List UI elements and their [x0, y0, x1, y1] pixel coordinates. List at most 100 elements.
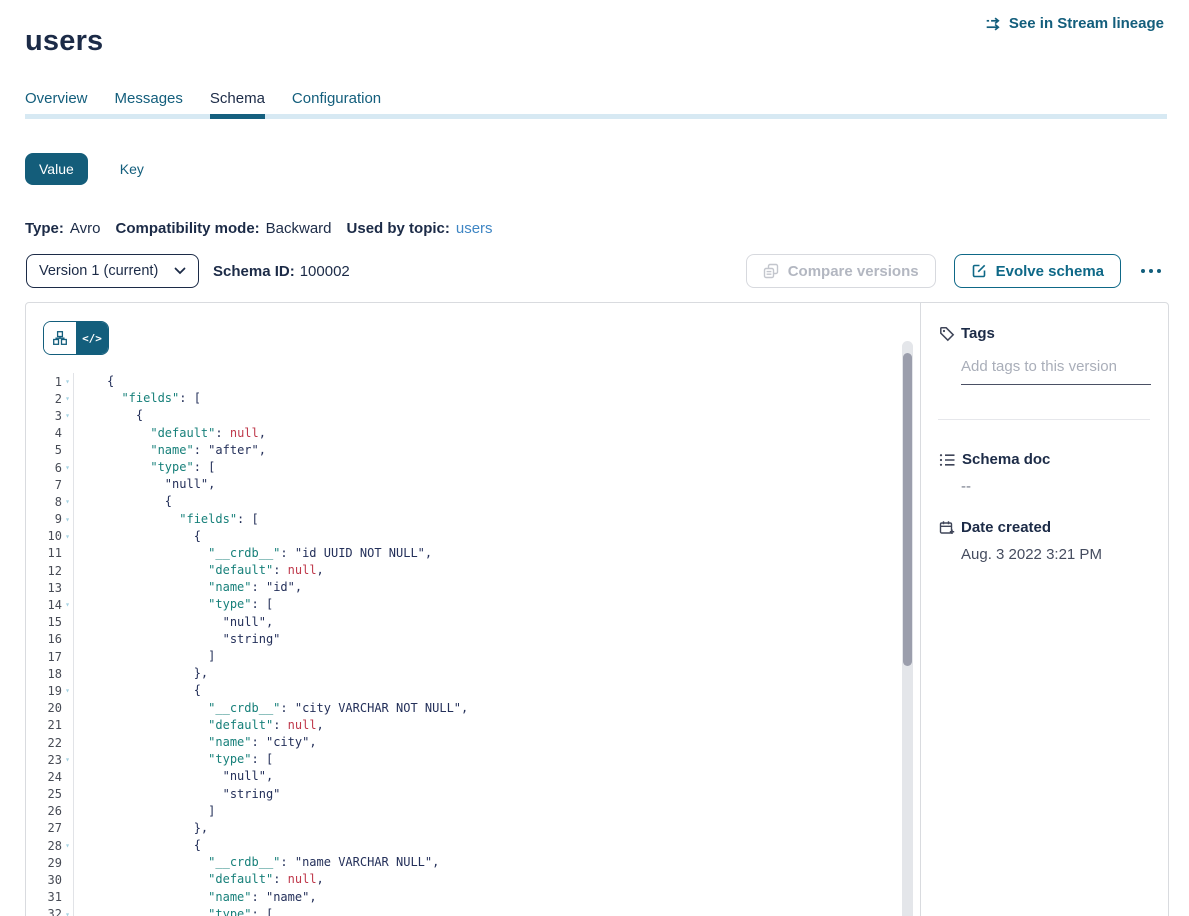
code-text: "name": "id", — [73, 579, 302, 596]
schema-card: </> 1▾{2▾ "fields": [3▾ {4 "default": nu… — [25, 302, 1169, 916]
tab-configuration[interactable]: Configuration — [292, 90, 381, 107]
see-in-stream-lineage-link[interactable]: See in Stream lineage — [985, 15, 1164, 32]
code-line: 1▾{ — [26, 373, 898, 390]
hierarchy-tree-icon — [53, 331, 67, 345]
code-text: "string" — [73, 631, 280, 648]
copy-documents-icon — [763, 263, 779, 279]
add-tags-input[interactable] — [961, 358, 1151, 385]
topic-link[interactable]: users — [456, 220, 493, 237]
fold-triangle-icon[interactable]: ▾ — [62, 682, 73, 699]
line-number: 16 — [26, 632, 62, 646]
code-line: 29 "__crdb__": "name VARCHAR NULL", — [26, 854, 898, 871]
code-text: "__crdb__": "id UUID NOT NULL", — [73, 545, 432, 562]
schema-source-code: 1▾{2▾ "fields": [3▾ {4 "default": null,5… — [26, 373, 898, 916]
tags-title: Tags — [961, 325, 995, 342]
fold-triangle-icon[interactable]: ▾ — [62, 596, 73, 613]
compatibility-label: Compatibility mode: — [115, 220, 259, 237]
compare-versions-button[interactable]: Compare versions — [746, 254, 936, 288]
code-text: "null", — [73, 768, 273, 785]
list-icon — [939, 452, 956, 468]
active-tab-indicator — [210, 114, 265, 119]
type-label: Type: — [25, 220, 64, 237]
evolve-schema-button[interactable]: Evolve schema — [954, 254, 1121, 288]
edit-pencil-square-icon — [971, 263, 987, 279]
code-line: 6▾ "type": [ — [26, 459, 898, 476]
code-text: "default": null, — [73, 871, 324, 888]
line-number: 27 — [26, 821, 62, 835]
line-number: 17 — [26, 650, 62, 664]
code-text: { — [73, 528, 201, 545]
fold-triangle-icon[interactable]: ▾ — [62, 390, 73, 407]
compatibility-field: Compatibility mode:Backward — [115, 220, 331, 237]
fold-triangle-icon[interactable]: ▾ — [62, 493, 73, 510]
code-text: { — [73, 493, 172, 510]
tree-view-button[interactable] — [44, 322, 76, 354]
line-number: 9 — [26, 512, 62, 526]
key-tab-button[interactable]: Key — [114, 160, 150, 178]
code-line: 30 "default": null, — [26, 871, 898, 888]
code-line: 17 ] — [26, 648, 898, 665]
version-bar: Version 1 (current) Schema ID: 100002 Com… — [26, 254, 1167, 288]
code-line: 8▾ { — [26, 493, 898, 510]
code-line: 4 "default": null, — [26, 425, 898, 442]
code-line: 19▾ { — [26, 682, 898, 699]
code-scrollbar-thumb[interactable] — [903, 353, 912, 666]
schema-id-field: Schema ID: 100002 — [213, 263, 350, 280]
type-field: Type:Avro — [25, 220, 100, 237]
code-line: 32▾ "type": [ — [26, 906, 898, 916]
code-text: { — [73, 407, 143, 424]
schema-id-value: 100002 — [300, 263, 350, 280]
code-line: 13 "name": "id", — [26, 579, 898, 596]
more-options-button[interactable] — [1135, 263, 1167, 279]
fold-triangle-icon[interactable]: ▾ — [62, 511, 73, 528]
line-number: 22 — [26, 736, 62, 750]
code-line: 22 "name": "city", — [26, 734, 898, 751]
code-line: 5 "name": "after", — [26, 442, 898, 459]
code-line: 20 "__crdb__": "city VARCHAR NOT NULL", — [26, 700, 898, 717]
tab-messages[interactable]: Messages — [115, 90, 183, 107]
tab-bar: Overview Messages Schema Configuration — [25, 90, 381, 107]
fold-triangle-icon[interactable]: ▾ — [62, 407, 73, 424]
schema-code-panel: </> 1▾{2▾ "fields": [3▾ {4 "default": nu… — [26, 303, 921, 916]
code-line: 3▾ { — [26, 407, 898, 424]
schema-id-label: Schema ID: — [213, 263, 295, 280]
tags-section-header: Tags — [939, 325, 995, 342]
code-line: 18 }, — [26, 665, 898, 682]
line-number: 12 — [26, 564, 62, 578]
line-number: 11 — [26, 546, 62, 560]
code-text: ] — [73, 803, 215, 820]
chevron-down-icon — [174, 267, 186, 275]
line-number: 10 — [26, 529, 62, 543]
line-number: 19 — [26, 684, 62, 698]
value-tab-button[interactable]: Value — [25, 153, 88, 185]
fold-triangle-icon[interactable]: ▾ — [62, 906, 73, 916]
tab-schema[interactable]: Schema — [210, 90, 265, 107]
evolve-schema-label: Evolve schema — [996, 263, 1104, 280]
tab-overview[interactable]: Overview — [25, 90, 88, 107]
version-select[interactable]: Version 1 (current) — [26, 254, 199, 288]
code-text: "__crdb__": "name VARCHAR NULL", — [73, 854, 439, 871]
line-number: 6 — [26, 461, 62, 475]
schema-doc-value: -- — [961, 478, 971, 495]
line-number: 30 — [26, 873, 62, 887]
code-text: "type": [ — [73, 596, 273, 613]
line-number: 3 — [26, 409, 62, 423]
tag-icon — [939, 326, 955, 342]
schema-doc-section-header: Schema doc — [939, 451, 1050, 468]
fold-triangle-icon[interactable]: ▾ — [62, 837, 73, 854]
stream-lineage-icon — [985, 16, 1002, 32]
code-view-button[interactable]: </> — [76, 322, 108, 354]
code-line: 10▾ { — [26, 528, 898, 545]
code-line: 11 "__crdb__": "id UUID NOT NULL", — [26, 545, 898, 562]
code-text: ] — [73, 648, 215, 665]
code-text: { — [73, 837, 201, 854]
line-number: 20 — [26, 701, 62, 715]
fold-triangle-icon[interactable]: ▾ — [62, 528, 73, 545]
fold-triangle-icon[interactable]: ▾ — [62, 373, 73, 390]
schema-view-toggle: </> — [43, 321, 109, 355]
fold-triangle-icon[interactable]: ▾ — [62, 459, 73, 476]
code-line: 26 ] — [26, 803, 898, 820]
fold-triangle-icon[interactable]: ▾ — [62, 751, 73, 768]
code-text: "name": "city", — [73, 734, 317, 751]
code-line: 14▾ "type": [ — [26, 596, 898, 613]
